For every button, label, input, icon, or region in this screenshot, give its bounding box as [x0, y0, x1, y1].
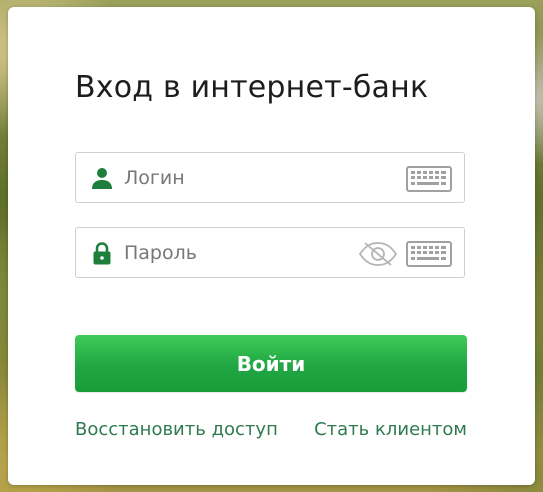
login-input[interactable]: [124, 153, 344, 202]
login-field[interactable]: [75, 152, 465, 203]
eye-slash-icon[interactable]: [358, 240, 398, 268]
keyboard-icon[interactable]: [406, 241, 452, 267]
password-input[interactable]: [124, 228, 344, 277]
lock-icon: [90, 241, 114, 265]
login-card: Вход в интернет-банк Логин Войти Восстан…: [8, 7, 535, 485]
become-client-link[interactable]: Стать клиентом: [314, 419, 467, 440]
login-button[interactable]: Войти: [75, 335, 467, 392]
restore-access-link[interactable]: Восстановить доступ: [75, 419, 278, 440]
user-icon: [90, 166, 114, 190]
page-title: Вход в интернет-банк: [75, 70, 429, 105]
password-field[interactable]: [75, 227, 465, 278]
keyboard-icon[interactable]: [406, 166, 452, 192]
